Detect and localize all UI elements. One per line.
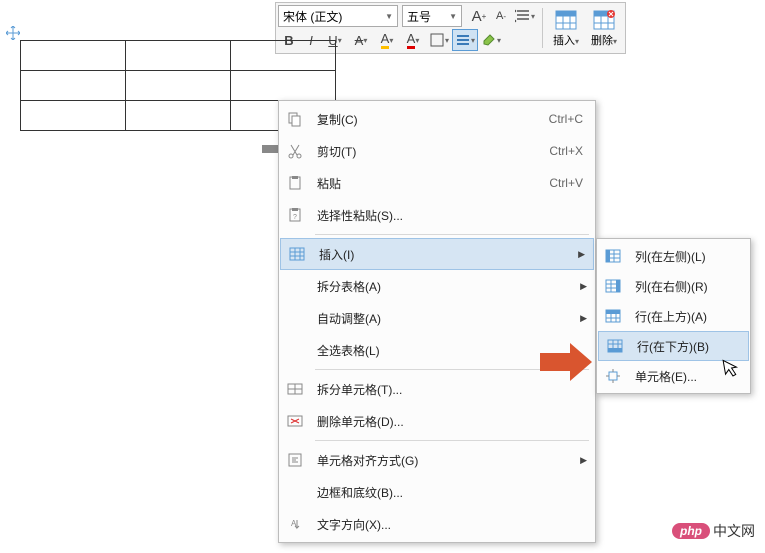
submenu-arrow-icon: ▶ bbox=[578, 249, 585, 260]
format-painter-button[interactable]: ▾ bbox=[478, 29, 504, 51]
menu-shortcut: Ctrl+X bbox=[549, 144, 583, 158]
menu-label: 拆分表格(A) bbox=[317, 278, 580, 295]
menu-split-cells[interactable]: 拆分单元格(T)... bbox=[279, 373, 595, 405]
menu-separator bbox=[315, 234, 589, 235]
insert-col-left-icon bbox=[601, 244, 625, 268]
font-size-value: 五号 bbox=[407, 8, 431, 25]
submenu-row-below[interactable]: 行(在下方)(B) bbox=[598, 331, 749, 361]
menu-borders-shading[interactable]: 边框和底纹(B)... bbox=[279, 476, 595, 508]
strikethrough-button[interactable]: A▾ bbox=[348, 29, 374, 51]
insert-label: 插入 bbox=[553, 35, 575, 47]
font-name-value: 宋体 (正文) bbox=[283, 8, 342, 25]
table-icon bbox=[554, 8, 578, 32]
insert-row-below-icon bbox=[603, 334, 627, 358]
text-direction-icon: A bbox=[283, 512, 307, 536]
menu-shortcut: Ctrl+V bbox=[549, 176, 583, 190]
blank-icon bbox=[283, 274, 307, 298]
watermark-pill: php bbox=[672, 523, 710, 539]
menu-label: 单元格对齐方式(G) bbox=[317, 452, 580, 469]
submenu-column-right[interactable]: 列(在右侧)(R) bbox=[597, 271, 750, 301]
submenu-arrow-icon: ▶ bbox=[580, 455, 587, 466]
submenu-label: 列(在右侧)(R) bbox=[635, 278, 742, 295]
menu-label: 选择性粘贴(S)... bbox=[317, 207, 587, 224]
menu-label: 复制(C) bbox=[317, 111, 549, 128]
insert-cell-icon bbox=[601, 364, 625, 388]
menu-label: 剪切(T) bbox=[317, 143, 549, 160]
insert-row-above-icon bbox=[601, 304, 625, 328]
delete-cells-icon bbox=[283, 409, 307, 433]
paste-icon bbox=[283, 171, 307, 195]
separator bbox=[542, 8, 543, 48]
svg-text:?: ? bbox=[293, 214, 297, 221]
highlight-button[interactable]: A▾ bbox=[374, 29, 400, 51]
menu-label: 自动调整(A) bbox=[317, 310, 580, 327]
menu-paste-special[interactable]: ? 选择性粘贴(S)... bbox=[279, 199, 595, 231]
table-move-handle[interactable] bbox=[6, 26, 20, 40]
submenu-arrow-icon: ▶ bbox=[580, 313, 587, 324]
watermark: php 中文网 bbox=[672, 521, 755, 541]
blank-icon bbox=[283, 338, 307, 362]
border-button[interactable]: ▾ bbox=[426, 29, 452, 51]
menu-label: 边框和底纹(B)... bbox=[317, 484, 587, 501]
menu-autofit[interactable]: 自动调整(A) ▶ bbox=[279, 302, 595, 334]
dropdown-icon: ▾ bbox=[531, 12, 535, 21]
font-size-select[interactable]: 五号 ▼ bbox=[402, 5, 462, 27]
dropdown-icon: ▼ bbox=[449, 12, 457, 21]
submenu-label: 行(在上方)(A) bbox=[635, 308, 742, 325]
delete-table-button[interactable]: 删除▾ bbox=[585, 6, 623, 50]
menu-label: 粘贴 bbox=[317, 175, 549, 192]
paste-special-icon: ? bbox=[283, 203, 307, 227]
menu-insert[interactable]: 插入(I) ▶ bbox=[280, 238, 594, 270]
dropdown-icon: ▼ bbox=[385, 12, 393, 21]
menu-text-direction[interactable]: A 文字方向(X)... bbox=[279, 508, 595, 540]
font-color-button[interactable]: A▾ bbox=[400, 29, 426, 51]
copy-icon bbox=[283, 107, 307, 131]
menu-cell-alignment[interactable]: 单元格对齐方式(G) ▶ bbox=[279, 444, 595, 476]
increase-font-button[interactable]: A+ bbox=[468, 5, 490, 27]
split-cells-icon bbox=[283, 377, 307, 401]
cut-icon bbox=[283, 139, 307, 163]
menu-label: 文字方向(X)... bbox=[317, 516, 587, 533]
insert-col-right-icon bbox=[601, 274, 625, 298]
delete-table-icon bbox=[592, 8, 616, 32]
align-button[interactable]: ▾ bbox=[452, 29, 478, 51]
menu-copy[interactable]: 复制(C) Ctrl+C bbox=[279, 103, 595, 135]
watermark-text: 中文网 bbox=[713, 521, 755, 541]
blank-icon bbox=[283, 306, 307, 330]
insert-table-button[interactable]: 插入▾ bbox=[547, 6, 585, 50]
alignment-icon bbox=[283, 448, 307, 472]
line-spacing-button[interactable]: ▾ bbox=[512, 5, 538, 27]
font-name-select[interactable]: 宋体 (正文) ▼ bbox=[278, 5, 398, 27]
delete-label: 删除 bbox=[591, 35, 613, 47]
menu-label: 删除单元格(D)... bbox=[317, 413, 587, 430]
submenu-arrow-icon: ▶ bbox=[580, 281, 587, 292]
menu-shortcut: Ctrl+C bbox=[549, 112, 583, 126]
menu-split-table[interactable]: 拆分表格(A) ▶ bbox=[279, 270, 595, 302]
submenu-label: 列(在左侧)(L) bbox=[635, 248, 742, 265]
table-icon bbox=[285, 242, 309, 266]
submenu-row-above[interactable]: 行(在上方)(A) bbox=[597, 301, 750, 331]
menu-cut[interactable]: 剪切(T) Ctrl+X bbox=[279, 135, 595, 167]
blank-icon bbox=[283, 480, 307, 504]
context-menu: 复制(C) Ctrl+C 剪切(T) Ctrl+X 粘贴 Ctrl+V ? 选择… bbox=[278, 100, 596, 543]
submenu-column-left[interactable]: 列(在左侧)(L) bbox=[597, 241, 750, 271]
menu-label: 拆分单元格(T)... bbox=[317, 381, 587, 398]
submenu-label: 行(在下方)(B) bbox=[637, 338, 740, 355]
menu-separator bbox=[315, 440, 589, 441]
menu-paste[interactable]: 粘贴 Ctrl+V bbox=[279, 167, 595, 199]
menu-label: 插入(I) bbox=[319, 246, 578, 263]
menu-delete-cells[interactable]: 删除单元格(D)... bbox=[279, 405, 595, 437]
decrease-font-button[interactable]: A- bbox=[490, 5, 512, 27]
